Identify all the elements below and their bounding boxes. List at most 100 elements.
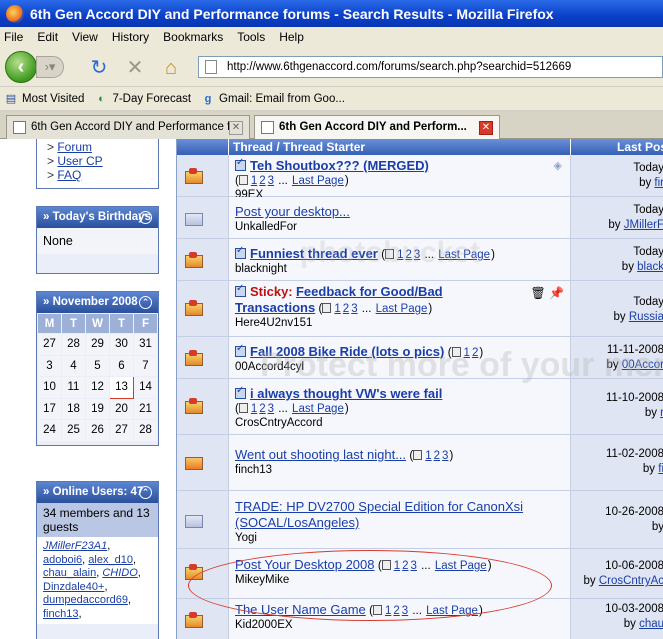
tab-forum-1[interactable]: 6th Gen Accord DIY and Performance f... … xyxy=(6,115,250,139)
online-user-link[interactable]: Dinzdale40+ xyxy=(43,581,104,593)
thread-title-link[interactable]: Fall 2008 Bike Ride (lots o pics) xyxy=(250,344,444,359)
thread-starter[interactable]: finch13 xyxy=(235,463,564,477)
online-user-link[interactable]: dumpedaccord69 xyxy=(43,594,128,606)
calendar-day[interactable]: 11 xyxy=(61,376,86,399)
last-post-user[interactable]: JMillerF xyxy=(624,219,663,231)
last-page-link[interactable]: Last Page xyxy=(376,303,428,315)
page-link[interactable]: 2 xyxy=(405,249,411,261)
page-link[interactable]: 3 xyxy=(351,303,357,315)
last-post-user[interactable]: Russia xyxy=(629,311,663,323)
back-button[interactable]: ‹ xyxy=(5,51,37,83)
calendar-day[interactable]: 19 xyxy=(85,397,110,420)
last-post-user[interactable]: black xyxy=(637,261,663,273)
page-link[interactable]: 2 xyxy=(402,560,408,572)
page-link[interactable]: 3 xyxy=(268,403,274,415)
page-link[interactable]: 2 xyxy=(259,175,265,187)
calendar-day[interactable]: 25 xyxy=(61,419,86,442)
menu-bookmarks[interactable]: Bookmarks xyxy=(163,30,223,44)
link-user-cp[interactable]: User CP xyxy=(57,154,102,168)
calendar-day[interactable]: 27 xyxy=(37,333,62,356)
menu-help[interactable]: Help xyxy=(279,30,304,44)
last-post-user[interactable]: fir xyxy=(654,177,663,189)
last-post-user[interactable]: 00Accor xyxy=(622,359,663,371)
calendar-day[interactable]: 30 xyxy=(109,333,134,356)
page-link[interactable]: 2 xyxy=(472,347,478,359)
calendar-day[interactable]: 21 xyxy=(133,397,158,420)
thread-starter[interactable]: CrosCntryAccord xyxy=(235,416,564,430)
page-link[interactable]: 1 xyxy=(385,605,391,617)
last-page-link[interactable]: Last Page xyxy=(426,605,478,617)
page-link[interactable]: 1 xyxy=(397,249,403,261)
thread-title-link[interactable]: The User Name Game xyxy=(235,602,366,617)
page-link[interactable]: 1 xyxy=(425,450,431,462)
calendar-day[interactable]: 10 xyxy=(37,376,62,399)
thread-title-link[interactable]: Went out shooting last night... xyxy=(235,447,406,462)
page-link[interactable]: 2 xyxy=(343,303,349,315)
last-post-user[interactable]: CrosCntryAc xyxy=(599,575,663,587)
calendar-day[interactable]: 31 xyxy=(133,333,158,356)
calendar-title[interactable]: » November 2008 xyxy=(43,296,138,308)
calendar-day[interactable]: 28 xyxy=(133,419,158,442)
last-page-link[interactable]: Last Page xyxy=(435,560,487,572)
home-icon[interactable]: ⌂ xyxy=(160,57,182,79)
menu-tools[interactable]: Tools xyxy=(237,30,265,44)
calendar-day[interactable]: 18 xyxy=(61,397,86,420)
thread-title-link[interactable]: i always thought VW's were fail xyxy=(250,386,442,401)
page-link[interactable]: 2 xyxy=(434,450,440,462)
thread-starter[interactable]: 00Accord4cyl xyxy=(235,360,564,374)
calendar-day[interactable]: 7 xyxy=(133,354,158,377)
page-link[interactable]: 1 xyxy=(251,403,257,415)
page-link[interactable]: 3 xyxy=(414,249,420,261)
link-forum[interactable]: Forum xyxy=(57,140,92,154)
page-link[interactable]: 1 xyxy=(334,303,340,315)
menu-history[interactable]: History xyxy=(112,30,149,44)
online-user-link[interactable]: alex_d10 xyxy=(88,554,133,566)
online-user-link[interactable]: adoboi6 xyxy=(43,554,82,566)
calendar-day[interactable]: 26 xyxy=(85,419,110,442)
last-page-link[interactable]: Last Page xyxy=(438,249,490,261)
thread-column-header[interactable]: Thread / Thread Starter xyxy=(233,140,365,154)
thread-starter[interactable]: UnkalledFor xyxy=(235,220,564,234)
calendar-day[interactable]: 12 xyxy=(85,376,110,399)
calendar-day[interactable]: 24 xyxy=(37,419,62,442)
last-post-column-header[interactable]: Last Post xyxy=(570,139,663,155)
calendar-day[interactable]: 5 xyxy=(85,354,110,377)
collapse-icon[interactable]: ⌃ xyxy=(139,296,152,309)
online-user-link[interactable]: CHIDO xyxy=(102,567,137,579)
menu-view[interactable]: View xyxy=(72,30,98,44)
last-page-link[interactable]: Last Page xyxy=(292,175,344,187)
online-user-link[interactable]: chau_alain xyxy=(43,567,96,579)
address-bar[interactable]: http://www.6thgenaccord.com/forums/searc… xyxy=(198,56,663,78)
calendar-day[interactable]: 14 xyxy=(133,376,158,399)
online-user-link[interactable]: finch13 xyxy=(43,608,78,620)
page-link[interactable]: 1 xyxy=(251,175,257,187)
reload-icon[interactable]: ↻ xyxy=(88,57,110,79)
thread-title-link[interactable]: TRADE: HP DV2700 Special Edition for Can… xyxy=(235,499,523,530)
calendar-day[interactable]: 6 xyxy=(109,354,134,377)
calendar-day[interactable]: 20 xyxy=(109,397,134,420)
page-link[interactable]: 3 xyxy=(268,175,274,187)
thread-title-link[interactable]: Funniest thread ever xyxy=(250,246,378,261)
page-link[interactable]: 2 xyxy=(393,605,399,617)
thread-title-link[interactable]: Teh Shoutbox??? (MERGED) xyxy=(250,158,429,173)
thread-title-link[interactable]: Post your desktop... xyxy=(235,204,350,219)
thread-starter[interactable]: MikeyMike xyxy=(235,573,564,587)
calendar-day[interactable]: 17 xyxy=(37,397,62,420)
thread-starter[interactable]: blacknight xyxy=(235,262,564,276)
thread-starter[interactable]: Here4U2nv151 xyxy=(235,316,564,330)
bookmark-gmail[interactable]: g Gmail: Email from Goo... xyxy=(201,92,345,106)
menu-edit[interactable]: Edit xyxy=(37,30,58,44)
last-post-user[interactable]: fi xyxy=(658,463,663,475)
online-user-link[interactable]: JMillerF23A1 xyxy=(43,540,107,552)
online-users-title[interactable]: » Online Users: 47 xyxy=(43,486,143,498)
page-link[interactable]: 3 xyxy=(402,605,408,617)
thread-starter[interactable]: Yogi xyxy=(235,531,564,545)
link-faq[interactable]: FAQ xyxy=(57,168,81,182)
calendar-day[interactable]: 3 xyxy=(37,354,62,377)
page-link[interactable]: 1 xyxy=(394,560,400,572)
forward-button[interactable]: ›▾ xyxy=(36,56,64,78)
calendar-day[interactable]: 29 xyxy=(85,333,110,356)
menu-file[interactable]: File xyxy=(4,30,23,44)
page-link[interactable]: 1 xyxy=(464,347,470,359)
bookmark-forecast[interactable]: ◐ 7-Day Forecast xyxy=(94,92,191,106)
